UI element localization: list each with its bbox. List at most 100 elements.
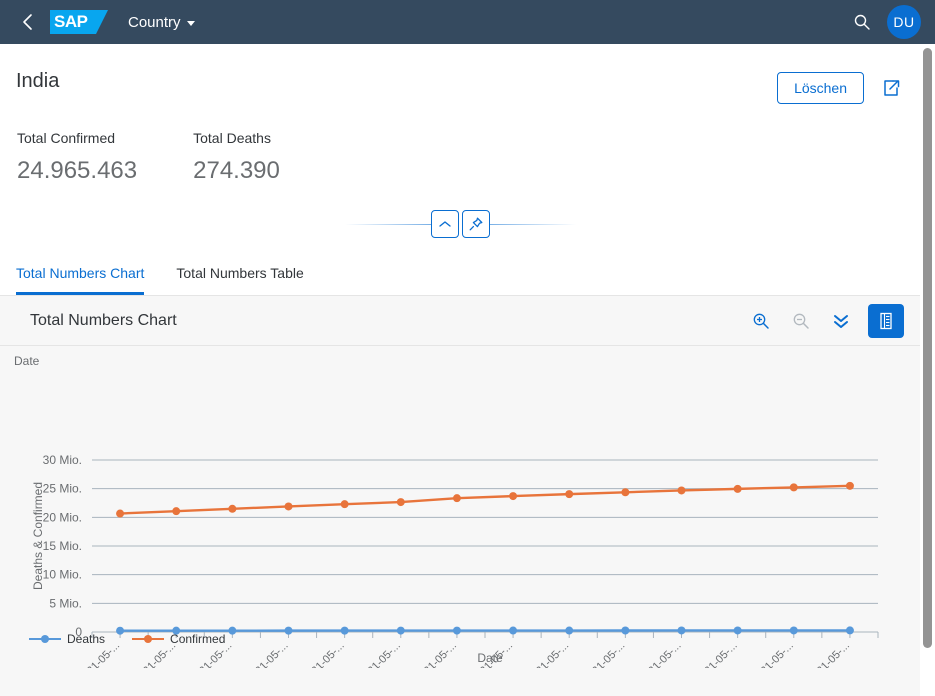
data-point: [340, 626, 349, 635]
data-point: [621, 626, 630, 635]
data-point: [565, 626, 574, 635]
y-tick-label: 20 Mio.: [43, 510, 82, 524]
tab-total-numbers-table[interactable]: Total Numbers Table: [176, 265, 303, 295]
delete-button[interactable]: Löschen: [777, 72, 864, 104]
x-axis-title: Date: [477, 651, 503, 665]
data-point: [789, 483, 798, 492]
gridlines: [92, 459, 878, 633]
zoom-out-button[interactable]: [788, 308, 814, 334]
y-tick-label: 30 Mio.: [43, 453, 82, 467]
x-tick-label: 2021-05-...: [357, 640, 403, 668]
zoom-out-icon: [793, 313, 809, 329]
share-button[interactable]: [878, 75, 904, 101]
zoom-in-button[interactable]: [748, 308, 774, 334]
x-tick-label: 2021-05-...: [750, 640, 796, 668]
data-point: [452, 626, 461, 635]
data-point: [340, 500, 349, 509]
data-point: [565, 490, 574, 499]
x-tick-label: 2021-05-...: [694, 640, 740, 668]
page-scrollbar[interactable]: [920, 44, 935, 696]
expand-all-button[interactable]: [828, 308, 854, 334]
chevron-down-icon: [186, 20, 195, 26]
divider-left: [344, 223, 431, 225]
sap-logo-wedge: [96, 10, 108, 34]
avatar[interactable]: DU: [887, 5, 921, 39]
data-point: [172, 507, 181, 516]
y-axis-ticks: 05 Mio.10 Mio.15 Mio.20 Mio.25 Mio.30 Mi…: [43, 453, 83, 639]
collapse-header-button[interactable]: [430, 210, 459, 238]
kpi-value: 274.390: [193, 157, 280, 184]
chart-card: Total Numbers Chart Date Deaths & Confir…: [0, 296, 920, 696]
object-header: India Löschen Total Confirmed 24.965.463…: [0, 44, 920, 296]
chevron-double-down-icon: [834, 314, 848, 328]
x-tick-label: 2021-05-...: [638, 640, 684, 668]
y-tick-label: 25 Mio.: [43, 482, 82, 496]
y-tick-label: 15 Mio.: [43, 539, 82, 553]
legend-item-confirmed[interactable]: Confirmed: [131, 632, 225, 646]
kpi-total-deaths: Total Deaths 274.390: [193, 130, 280, 185]
kpi-label: Total Confirmed: [17, 130, 116, 146]
data-point: [845, 626, 854, 635]
pin-icon: [469, 217, 482, 231]
data-point: [396, 626, 405, 635]
app-title-text: Country: [128, 13, 181, 31]
x-tick-label: 2021-05-...: [806, 640, 852, 668]
chevron-left-icon: [23, 14, 32, 30]
data-point: [228, 626, 237, 635]
search-icon: [854, 14, 870, 30]
data-point: [284, 502, 293, 511]
data-point: [677, 626, 686, 635]
data-point: [733, 484, 742, 493]
chevron-up-icon: [438, 221, 451, 227]
kpi-total-confirmed: Total Confirmed 24.965.463: [17, 130, 137, 185]
data-point: [396, 498, 405, 507]
sap-logo[interactable]: SAP: [50, 8, 108, 36]
share-icon: [884, 80, 900, 96]
chart-plot-area: Deaths & Confirmed 05 Mio. 10 Mio. 15 Mio.…: [0, 368, 920, 668]
shell-bar: SAP Country DU: [0, 0, 935, 44]
object-page: SAP Country DU India Löschen Total Confi…: [0, 0, 935, 696]
pin-header-button[interactable]: [461, 210, 490, 238]
data-series[interactable]: [116, 481, 854, 635]
page-title: India: [16, 70, 60, 92]
y-tick-label: 10 Mio.: [43, 568, 82, 582]
kpi-value: 24.965.463: [17, 157, 138, 184]
data-point: [228, 504, 237, 513]
data-point: [733, 626, 742, 635]
kpi-row: Total Confirmed 24.965.463 Total Deaths …: [16, 130, 904, 185]
app-title-menu[interactable]: Country: [128, 14, 195, 31]
data-point: [116, 509, 125, 518]
x-tick-label: 2021-05-...: [301, 640, 347, 668]
data-point: [677, 486, 686, 495]
chart-legend: Deaths Confirmed: [28, 632, 225, 646]
chart-card-header: Total Numbers Chart: [0, 296, 920, 346]
kpi-label: Total Deaths: [193, 130, 271, 146]
chart-title: Total Numbers Chart: [30, 311, 177, 329]
legend-label: Confirmed: [170, 632, 226, 646]
legend-toggle-button[interactable]: [868, 303, 904, 338]
data-point: [845, 481, 854, 490]
shell-actions: DU: [849, 5, 921, 39]
search-button[interactable]: [849, 9, 875, 35]
scrollbar-thumb[interactable]: [923, 48, 932, 648]
data-point: [621, 488, 630, 497]
data-point: [452, 494, 461, 503]
divider-right: [489, 223, 576, 225]
header-collapse-bar: [16, 207, 904, 241]
legend-marker-confirmed: [132, 635, 165, 643]
object-header-actions: Löschen: [777, 70, 904, 104]
zoom-in-icon: [753, 313, 769, 329]
tab-total-numbers-chart[interactable]: Total Numbers Chart: [16, 265, 145, 295]
x-tick-label: 2021-05-...: [413, 640, 459, 668]
data-point: [509, 492, 518, 501]
line-chart[interactable]: Deaths & Confirmed 05 Mio.10 Mio.15 Mio.…: [0, 368, 920, 668]
x-tick-label: 2021-05-...: [245, 640, 291, 668]
tab-bar: Total Numbers Chart Total Numbers Table: [0, 254, 920, 296]
data-point: [284, 626, 293, 635]
back-button[interactable]: [14, 8, 42, 36]
legend-marker-deaths: [29, 635, 61, 643]
top-axis-label: Date: [14, 354, 40, 368]
legend-table-toggle-icon: [880, 312, 892, 329]
legend-item-deaths[interactable]: Deaths: [28, 632, 105, 646]
sap-logo-text: SAP: [54, 12, 88, 31]
